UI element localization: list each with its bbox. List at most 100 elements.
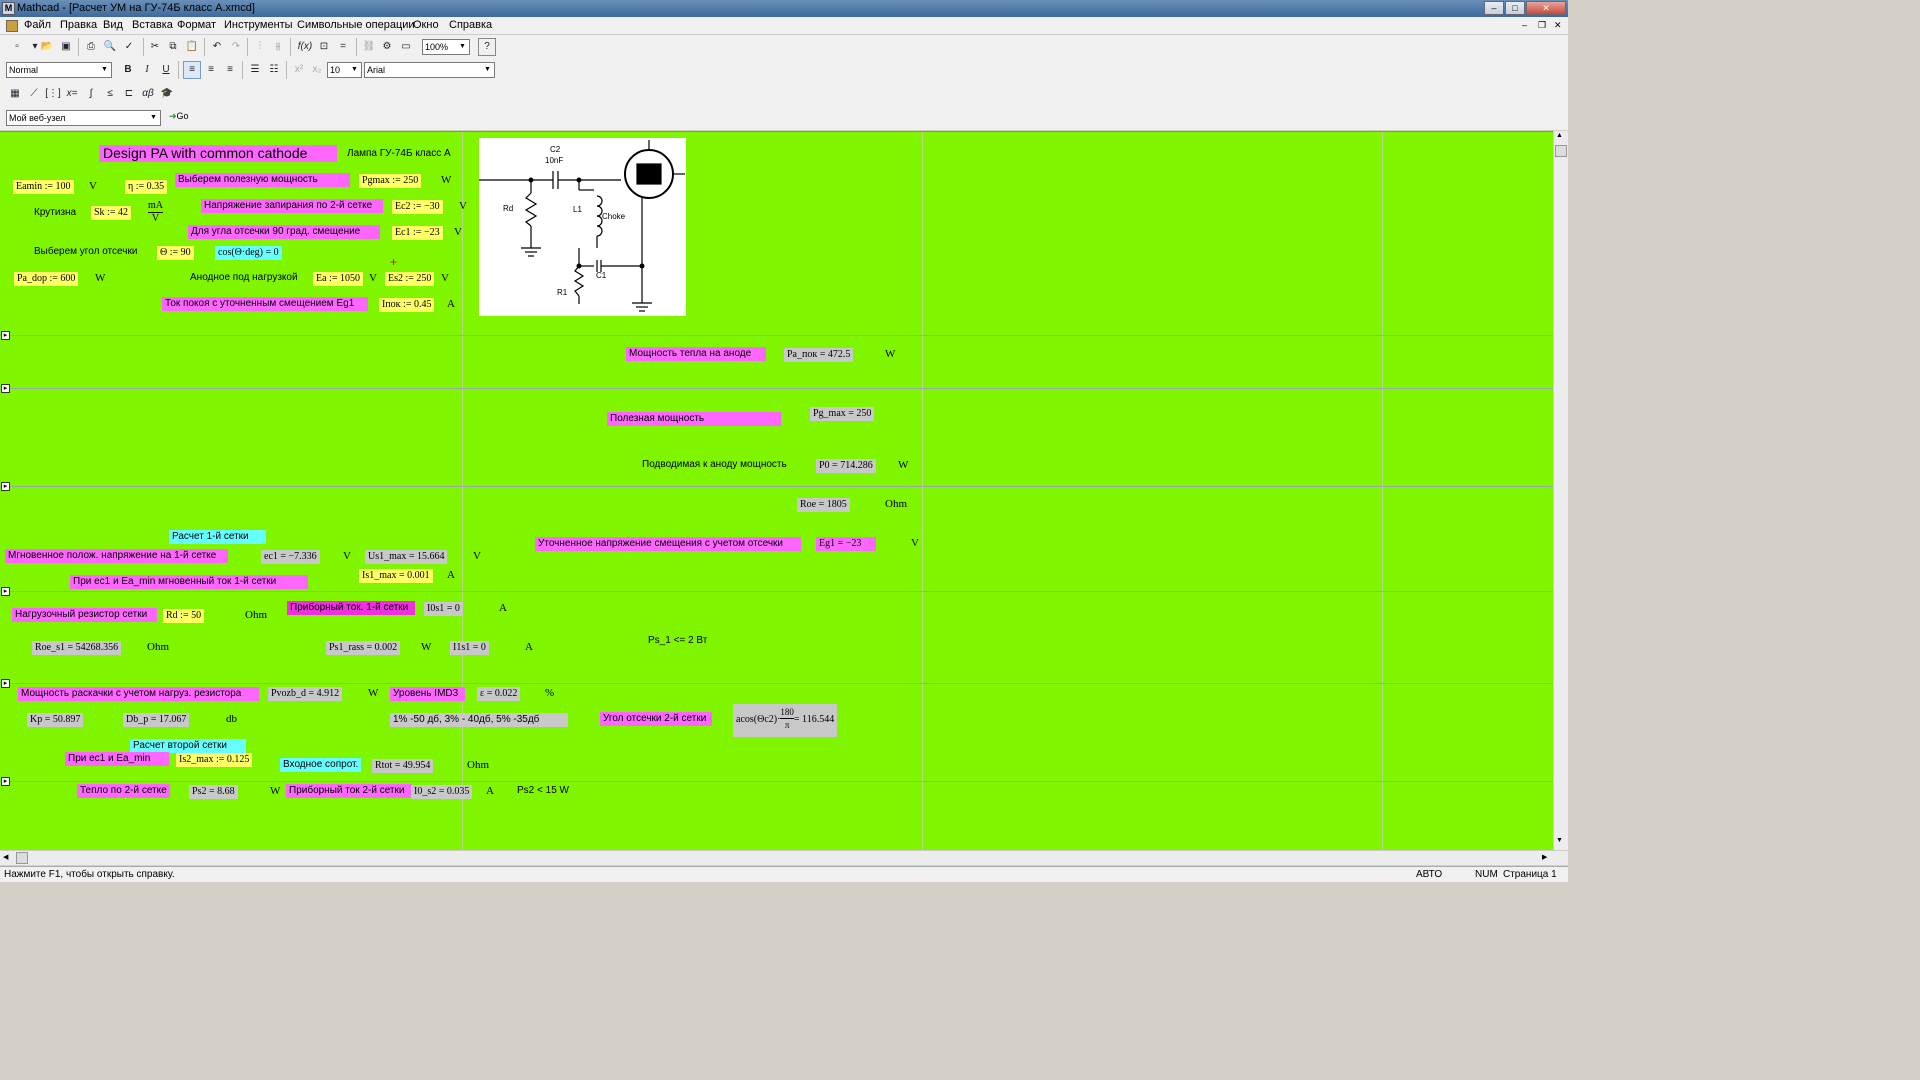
insert-unit-icon[interactable]: ⊡ — [315, 38, 333, 56]
worksheet[interactable]: ▸ ▸ ▸ ▸ ▸ ▸ Design PA with common cathod… — [0, 131, 1553, 850]
es2-definition[interactable]: Es2 := 250 — [385, 272, 435, 286]
eg1-evaluation[interactable]: Eg1 = −23 — [816, 537, 876, 551]
matrix-icon[interactable]: [⋮] — [44, 85, 62, 103]
save-icon[interactable]: ▣ — [57, 38, 75, 56]
ec1-evaluation[interactable]: ec1 = −7.336 — [261, 550, 320, 564]
pg-max-evaluation[interactable]: Pg_max = 250 — [810, 407, 875, 421]
scroll-thumb[interactable] — [1555, 145, 1567, 157]
angle-choose-label[interactable]: Выберем угол отсечки — [31, 245, 140, 259]
open-icon[interactable]: 📂 — [38, 38, 56, 56]
heat-anode-label[interactable]: Мощность тепла на аноде — [626, 347, 766, 361]
grid1-calc-header[interactable]: Расчет 1-й сетки — [169, 530, 266, 544]
pgmax-definition[interactable]: Pgmax := 250 — [359, 174, 422, 188]
greek-icon[interactable]: αβ — [139, 85, 157, 103]
superscript-icon[interactable]: x² — [290, 61, 308, 79]
cutoff-voltage-label[interactable]: Напряжение запирания по 2-й сетке — [201, 199, 383, 213]
align-right-icon[interactable]: ≡ — [221, 61, 239, 79]
collapse-arrow-icon[interactable]: ▸ — [1, 679, 10, 688]
cos-evaluation[interactable]: cos(Θ·deg) = 0 — [215, 246, 282, 260]
underline-icon[interactable]: U — [157, 61, 175, 79]
doc-minimize-icon[interactable]: – — [1522, 20, 1527, 30]
ea-definition[interactable]: Ea := 1050 — [313, 272, 363, 286]
insert-hyperlink-icon[interactable]: ⛓ — [360, 38, 378, 56]
collapse-arrow-icon[interactable]: ▸ — [1, 384, 10, 393]
print-icon[interactable]: ⎙ — [82, 38, 100, 56]
load-resistor-label[interactable]: Нагрузочный резистор сетки — [12, 608, 157, 622]
doc-restore-icon[interactable]: ❐ — [1538, 20, 1546, 31]
grid2-angle-label[interactable]: Угол отсечки 2-й сетки — [600, 712, 712, 726]
page-title[interactable]: Design PA with common cathode — [99, 145, 337, 162]
schematic-image[interactable]: C2 10nF Rd L1 Choke R1 C1 — [479, 138, 686, 316]
go-button[interactable]: ➜Go — [169, 111, 189, 122]
useful-power2-label[interactable]: Полезная мощность — [607, 412, 781, 426]
grid2-calc-header[interactable]: Расчет второй сетки — [130, 739, 246, 753]
font-select[interactable]: Arial ▼ — [364, 62, 495, 78]
roe-evaluation[interactable]: Roe = 1805 — [797, 498, 850, 512]
input-anode-power-label[interactable]: Подводимая к аноду мощность — [639, 458, 790, 472]
is2-max-definition[interactable]: Is2_max := 0.125 — [176, 753, 253, 767]
ps2-limit-label[interactable]: Ps2 < 15 W — [514, 784, 572, 798]
collapse-arrow-icon[interactable]: ▸ — [1, 587, 10, 596]
scroll-up-icon[interactable]: ▲ — [1556, 132, 1563, 139]
p0-evaluation[interactable]: P0 = 714.286 — [816, 459, 876, 473]
spellcheck-icon[interactable]: ✓ — [120, 38, 138, 56]
menu-format[interactable]: Формат — [177, 19, 216, 31]
font-size-select[interactable]: 10 ▼ — [327, 62, 362, 78]
maximize-button[interactable]: □ — [1505, 1, 1525, 15]
instant-voltage-label[interactable]: Мгновенное полож. напряжение на 1-й сетк… — [5, 549, 228, 563]
i0-s2-evaluation[interactable]: I0_s2 = 0.035 — [411, 785, 473, 799]
minimize-button[interactable]: – — [1484, 1, 1504, 15]
imd3-note-label[interactable]: 1% -50 дб, 3% - 40дб, 5% -35дб — [390, 713, 568, 727]
zoom-select[interactable]: 100% ▼ — [422, 39, 470, 55]
ec2-definition[interactable]: Ec2 := −30 — [392, 200, 443, 214]
scroll-right-icon[interactable]: ▶ — [1542, 853, 1547, 861]
italic-icon[interactable]: I — [138, 61, 156, 79]
graph-icon[interactable]: ⟋ — [25, 85, 43, 103]
krutizna-label[interactable]: Крутизна — [31, 206, 79, 220]
ps1-limit-label[interactable]: Ps_1 <= 2 Вт — [645, 634, 710, 648]
ec1-definition[interactable]: Ec1 := −23 — [392, 226, 443, 240]
acos-evaluation[interactable]: acos(Θc2)· 180 π = 116.544 — [733, 704, 838, 737]
scroll-down-icon[interactable]: ▼ — [1556, 837, 1563, 844]
close-button[interactable]: ✕ — [1526, 1, 1566, 15]
doc-close-icon[interactable]: ✕ — [1554, 20, 1562, 31]
heat-grid2-label[interactable]: Тепло по 2-й сетке — [77, 784, 170, 798]
rd-definition[interactable]: Rd := 50 — [163, 609, 205, 623]
collapse-arrow-icon[interactable]: ▸ — [1, 331, 10, 340]
align-center-icon[interactable]: ≡ — [202, 61, 220, 79]
lamp-label[interactable]: Лампа ГУ-74Б класс А — [344, 147, 454, 161]
kp-evaluation[interactable]: Kp = 50.897 — [27, 713, 84, 727]
help-icon[interactable]: ? — [478, 38, 496, 56]
mathcad-icon[interactable]: M — [2, 2, 15, 15]
document-icon[interactable] — [6, 20, 18, 32]
imd3-label[interactable]: Уровень IMD3 — [390, 687, 465, 701]
collapse-arrow-icon[interactable]: ▸ — [1, 482, 10, 491]
menu-window[interactable]: Окно — [413, 19, 439, 31]
menu-insert[interactable]: Вставка — [132, 19, 173, 31]
refined-bias-label[interactable]: Уточненное напряжение смещения с учетом … — [535, 537, 801, 551]
align-across-icon[interactable]: ⫶ — [251, 38, 269, 56]
eamin-definition[interactable]: Eamin := 100 — [13, 180, 74, 194]
web-node-select[interactable]: Мой веб-узел ▼ — [6, 110, 161, 126]
pvozb-evaluation[interactable]: Pvozb_d = 4.912 — [268, 687, 343, 701]
pa-dop-definition[interactable]: Pa_dop := 600 — [14, 272, 79, 286]
anode-load-label[interactable]: Анодное под нагрузкой — [187, 271, 301, 285]
menu-tools[interactable]: Инструменты — [224, 19, 293, 31]
quiescent-label[interactable]: Ток покоя с уточненным смещением Eg1 — [162, 297, 368, 311]
align-down-icon[interactable]: ⫵ — [269, 38, 287, 56]
roe-s1-evaluation[interactable]: Roe_s1 = 54268.356 — [32, 641, 122, 655]
ps2-evaluation[interactable]: Ps2 = 8.68 — [189, 785, 238, 799]
print-preview-icon[interactable]: 🔍 — [101, 38, 119, 56]
inok-definition[interactable]: Iпок := 0.45 — [379, 298, 435, 312]
calculus-icon[interactable]: ∫ — [82, 85, 100, 103]
insert-function-icon[interactable]: f(x) — [296, 38, 314, 56]
horizontal-scrollbar[interactable]: ◀ ▶ — [0, 850, 1568, 865]
component-wizard-icon[interactable]: ⚙ — [378, 38, 396, 56]
i0s1-evaluation[interactable]: I0s1 = 0 — [424, 602, 463, 616]
scroll-left-icon[interactable]: ◀ — [3, 853, 8, 861]
numbering-icon[interactable]: ☷ — [265, 61, 283, 79]
boolean-icon[interactable]: ≤ — [101, 85, 119, 103]
rtot-evaluation[interactable]: Rtot = 49.954 — [372, 759, 434, 773]
menu-help[interactable]: Справка — [449, 19, 492, 31]
calculator-icon[interactable]: ▦ — [6, 85, 24, 103]
